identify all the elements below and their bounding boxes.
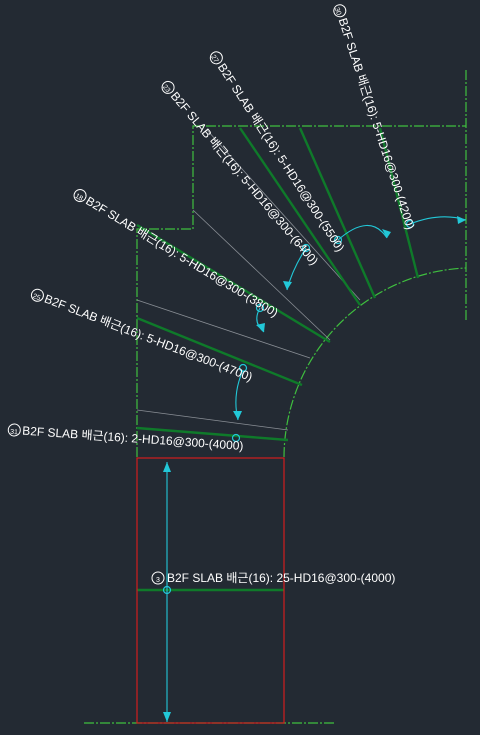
rebar-label-3-id: 3 <box>156 577 160 584</box>
leader-lines <box>166 216 467 722</box>
rebar-label-31-text: B2F SLAB 배근(16): 2-HD16@300-(4000) <box>22 424 244 453</box>
rebar-lines <box>136 127 420 592</box>
leader-arrowheads <box>163 216 466 722</box>
rebar-label-30-text: B2F SLAB 배근(16): 5-HD16@300-(4200) <box>336 16 418 231</box>
rebar-labels: 30 B2F SLAB 배근(16): 5-HD16@300-(4200) 27… <box>7 4 418 585</box>
rebar-label-3-text: B2F SLAB 배근(16): 25-HD16@300-(4000) <box>167 571 395 585</box>
cad-drawing: 30 B2F SLAB 배근(16): 5-HD16@300-(4200) 27… <box>7 4 467 724</box>
slab-outline <box>84 70 467 724</box>
rebar-label-25-text: B2F SLAB 배근(16): 5-HD16@300-(4700) <box>42 292 254 385</box>
rebar-label-30: 30 B2F SLAB 배근(16): 5-HD16@300-(4200) <box>333 4 418 231</box>
rebar-label-3: 3 B2F SLAB 배근(16): 25-HD16@300-(4000) <box>151 571 395 585</box>
pick-points <box>162 219 415 595</box>
rebar-label-18: 18 B2F SLAB 배근(16): 5-HD16@300-(3800) <box>74 189 281 320</box>
rebar-label-18-text: B2F SLAB 배근(16): 5-HD16@300-(3800) <box>83 194 280 320</box>
rebar-label-31: 31 B2F SLAB 배근(16): 2-HD16@300-(4000) <box>7 423 244 453</box>
rebar-label-30-id: 30 <box>333 7 342 17</box>
rebar-label-31-id: 31 <box>10 429 18 437</box>
